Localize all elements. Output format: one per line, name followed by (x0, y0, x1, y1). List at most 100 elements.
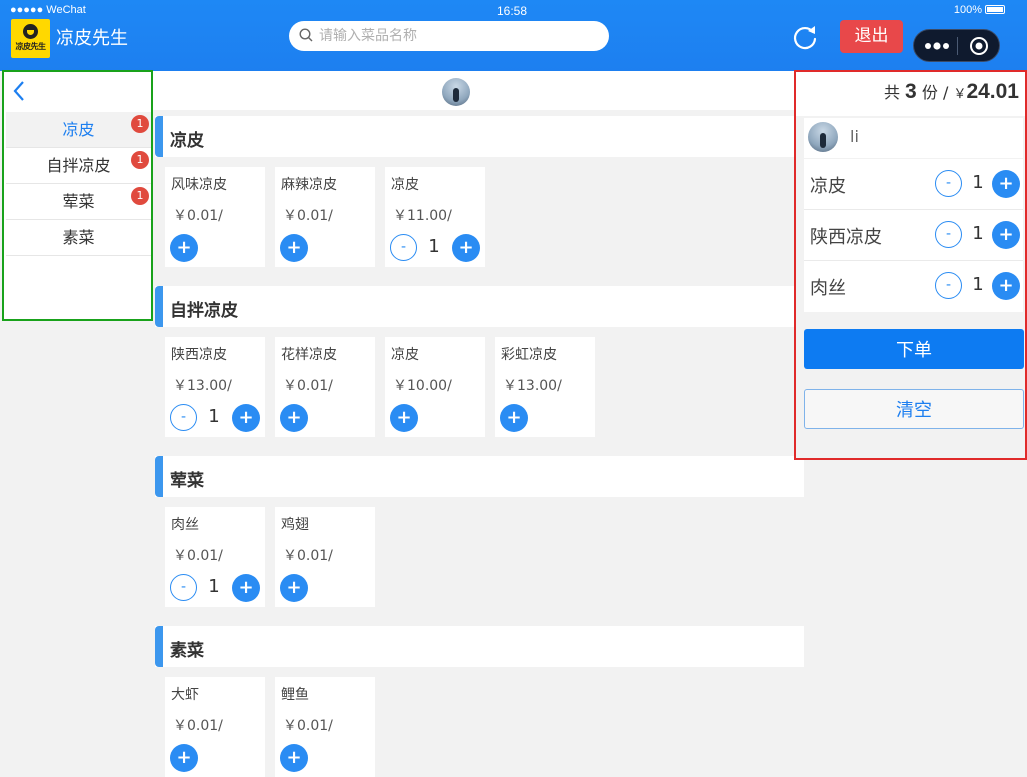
add-dish-button[interactable]: + (170, 234, 198, 262)
menu-section-huncai: 荤菜 肉丝 ￥0.01/ - 1 + 鸡翅 ￥0.01/ + (155, 456, 804, 625)
dish-name: 鲤鱼 (281, 687, 309, 703)
category-label: 荤菜 (62, 192, 95, 211)
add-dish-button[interactable]: + (232, 574, 260, 602)
close-mini-program-icon[interactable] (969, 36, 989, 56)
add-dish-button[interactable]: + (280, 574, 308, 602)
decrease-dish-button[interactable]: - (170, 574, 197, 601)
dish-name: 彩虹凉皮 (501, 347, 557, 363)
status-time: 16:58 (497, 4, 528, 18)
dish-card: 陕西凉皮 ￥13.00/ - 1 + (165, 337, 265, 437)
cart-item: 陕西凉皮 - 1 + (804, 210, 1023, 261)
cart-count-unit: 份 (921, 83, 938, 102)
add-dish-button[interactable]: + (232, 404, 260, 432)
category-item-sucai[interactable]: 素菜 (6, 220, 151, 256)
cart-summary: 共 3 份 / ￥24.01 (796, 72, 1025, 116)
category-item-huncai[interactable]: 荤菜 1 (6, 184, 151, 220)
dish-name: 凉皮 (391, 177, 419, 193)
add-dish-button[interactable]: + (390, 404, 418, 432)
logout-button[interactable]: 退出 (840, 20, 903, 53)
section-header: 荤菜 (155, 456, 804, 497)
decrease-cart-item-button[interactable]: - (935, 221, 962, 248)
status-battery: 100% (954, 4, 1005, 16)
category-label: 素菜 (62, 228, 95, 247)
dish-price: ￥0.01/ (283, 208, 333, 224)
dish-card: 鲤鱼 ￥0.01/ + (275, 677, 375, 777)
dish-card: 凉皮 ￥10.00/ + (385, 337, 485, 437)
currency-symbol: ￥ (953, 87, 967, 102)
avatar[interactable] (442, 78, 470, 106)
decrease-dish-button[interactable]: - (390, 234, 417, 261)
section-accent-bar (155, 286, 163, 327)
cart-item-quantity: 1 (972, 274, 984, 295)
status-carrier: ●●●●● WeChat (10, 4, 86, 16)
add-dish-button[interactable]: + (452, 234, 480, 262)
decrease-dish-button[interactable]: - (170, 404, 197, 431)
dish-card: 鸡翅 ￥0.01/ + (275, 507, 375, 607)
back-chevron-icon[interactable] (12, 80, 26, 102)
search-bar[interactable] (289, 21, 609, 51)
add-dish-button[interactable]: + (280, 234, 308, 262)
dish-price: ￥0.01/ (283, 378, 333, 394)
cart-user-row: li (804, 118, 1023, 158)
place-order-button[interactable]: 下单 (804, 329, 1024, 369)
menu-header (153, 71, 794, 110)
section-header: 凉皮 (155, 116, 804, 157)
logo-face-icon (23, 24, 38, 39)
cart-item-quantity: 1 (972, 172, 984, 193)
increase-cart-item-button[interactable]: + (992, 272, 1020, 300)
dish-price: ￥0.01/ (283, 548, 333, 564)
category-item-zibanliangpi[interactable]: 自拌凉皮 1 (6, 148, 151, 184)
dish-card: 凉皮 ￥11.00/ - 1 + (385, 167, 485, 267)
category-list: 凉皮 1 自拌凉皮 1 荤菜 1 素菜 (6, 112, 151, 256)
dish-price: ￥10.00/ (393, 378, 452, 394)
cart-count: 3 (905, 80, 917, 103)
section-title: 自拌凉皮 (170, 301, 238, 321)
dish-price: ￥11.00/ (393, 208, 452, 224)
search-input[interactable] (319, 24, 599, 48)
app-title: 凉皮先生 (56, 28, 128, 49)
dish-card: 风味凉皮 ￥0.01/ + (165, 167, 265, 267)
cart-item-name: 肉丝 (810, 278, 846, 299)
dish-name: 陕西凉皮 (171, 347, 227, 363)
section-title: 凉皮 (170, 131, 204, 151)
capsule-divider (957, 37, 958, 55)
cart-item-quantity: 1 (972, 223, 984, 244)
clear-cart-button[interactable]: 清空 (804, 389, 1024, 429)
section-header: 自拌凉皮 (155, 286, 804, 327)
category-label: 凉皮 (62, 120, 95, 139)
menu-section-zibanliangpi: 自拌凉皮 陕西凉皮 ￥13.00/ - 1 + 花样凉皮 ￥0.01/ + 凉皮… (155, 286, 804, 446)
search-icon (299, 28, 313, 42)
dish-name: 凉皮 (391, 347, 419, 363)
cart-total: 24.01 (966, 80, 1019, 103)
dish-name: 鸡翅 (281, 517, 309, 533)
logo-text: 凉皮先生 (15, 42, 47, 51)
increase-cart-item-button[interactable]: + (992, 170, 1020, 198)
decrease-cart-item-button[interactable]: - (935, 170, 962, 197)
dish-quantity: 1 (208, 406, 220, 427)
add-dish-button[interactable]: + (500, 404, 528, 432)
top-bar: ●●●●● WeChat 16:58 100% 凉皮先生 凉皮先生 退出 (0, 0, 1027, 71)
section-title: 荤菜 (170, 471, 204, 491)
refresh-icon[interactable] (790, 22, 820, 52)
add-dish-button[interactable]: + (280, 404, 308, 432)
category-item-liangpi[interactable]: 凉皮 1 (6, 112, 151, 148)
cart-item-name: 凉皮 (810, 176, 846, 197)
category-panel: 凉皮 1 自拌凉皮 1 荤菜 1 素菜 (2, 70, 153, 321)
dish-name: 风味凉皮 (171, 177, 227, 193)
app-logo: 凉皮先生 (11, 19, 50, 58)
cart-separator: / (942, 83, 949, 102)
cart-user-name: li (850, 127, 859, 146)
dish-card: 花样凉皮 ￥0.01/ + (275, 337, 375, 437)
avatar (808, 122, 838, 152)
dish-name: 大虾 (171, 687, 199, 703)
dish-price: ￥0.01/ (283, 718, 333, 734)
decrease-cart-item-button[interactable]: - (935, 272, 962, 299)
section-accent-bar (155, 116, 163, 157)
increase-cart-item-button[interactable]: + (992, 221, 1020, 249)
more-menu-icon[interactable] (924, 40, 950, 52)
dish-name: 麻辣凉皮 (281, 177, 337, 193)
section-header: 素菜 (155, 626, 804, 667)
dish-card: 彩虹凉皮 ￥13.00/ + (495, 337, 595, 437)
cart-item: 肉丝 - 1 + (804, 261, 1023, 312)
dish-price: ￥0.01/ (173, 548, 223, 564)
